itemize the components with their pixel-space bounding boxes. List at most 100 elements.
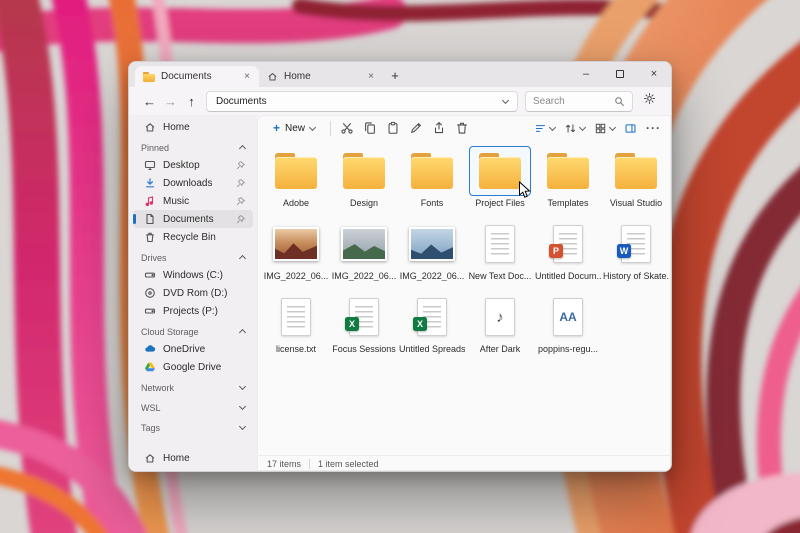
sidebar-item-desktop[interactable]: Desktop [133, 156, 253, 174]
excel-file-icon: X [345, 298, 379, 336]
chevron-up-icon[interactable] [238, 144, 247, 153]
preview-pane-button[interactable] [624, 122, 637, 135]
pin-icon[interactable] [236, 214, 245, 224]
tab-close-icon[interactable]: × [240, 70, 254, 84]
pin-icon[interactable] [236, 160, 245, 170]
sidebar-section-wsl[interactable]: WSL [129, 399, 257, 416]
back-button[interactable]: ← [139, 94, 160, 109]
file-tile[interactable]: IMG_2022_06... [330, 219, 398, 292]
file-tile[interactable]: Visual Studio [602, 146, 670, 219]
sidebar-item-dvd-d[interactable]: DVD Rom (D:) [133, 284, 253, 302]
sidebar-section-cloud-storage[interactable]: Cloud Storage [129, 323, 257, 340]
file-tile[interactable]: license.txt [262, 292, 330, 365]
recycle-bin-icon [146, 232, 154, 243]
new-tab-button[interactable]: + [383, 66, 407, 87]
file-tile[interactable]: X Focus Sessions [330, 292, 398, 365]
layout-button[interactable] [594, 122, 617, 135]
sidebar-item-recycle-bin[interactable]: Recycle Bin [133, 228, 253, 246]
onedrive-cloud-icon [145, 345, 156, 352]
chevron-down-icon [578, 123, 587, 131]
pin-icon[interactable] [236, 196, 245, 206]
sidebar-section-pinned[interactable]: Pinned [129, 139, 257, 156]
sidebar-item-home-bottom[interactable]: Home [133, 449, 253, 467]
tab-home[interactable]: Home × [259, 66, 383, 87]
chevron-down-icon[interactable] [238, 402, 247, 411]
file-explorer-window: Documents × Home × + – × ← → ↑ Documents [128, 61, 672, 472]
copy-button[interactable] [363, 121, 377, 135]
new-button[interactable]: + New [267, 120, 321, 137]
chevron-up-icon[interactable] [238, 254, 247, 263]
music-note-icon: ♪ [496, 308, 504, 326]
file-tile[interactable]: Templates [534, 146, 602, 219]
paste-button[interactable] [386, 121, 400, 135]
sidebar-item-projects-p[interactable]: Projects (P:) [133, 302, 253, 320]
sort-button[interactable] [564, 122, 587, 135]
more-options-button[interactable]: ··· [646, 121, 661, 135]
file-tile[interactable]: New Text Doc... [466, 219, 534, 292]
chevron-down-icon [308, 123, 317, 131]
up-button[interactable]: ↑ [181, 94, 202, 109]
file-tile[interactable]: P Untitled Docum... [534, 219, 602, 292]
address-bar[interactable]: Documents [206, 90, 518, 112]
powerpoint-file-icon: P [549, 225, 583, 263]
document-icon [146, 213, 154, 225]
sidebar-item-home[interactable]: Home [133, 118, 253, 136]
word-file-icon: W [617, 225, 651, 263]
file-tile[interactable]: IMG_2022_06... [398, 219, 466, 292]
maximize-button[interactable] [603, 62, 637, 86]
cut-button[interactable] [340, 121, 354, 135]
excel-file-icon: X [413, 298, 447, 336]
sidebar-item-downloads[interactable]: Downloads [133, 174, 253, 192]
file-tile[interactable]: Adobe [262, 146, 330, 219]
close-button[interactable]: × [637, 62, 671, 86]
minimize-button[interactable]: – [569, 62, 603, 86]
file-tile[interactable]: W History of Skate... [602, 219, 670, 292]
sidebar-section-tags[interactable]: Tags [129, 419, 257, 436]
sidebar-item-music[interactable]: Music [133, 192, 253, 210]
trash-icon [457, 122, 467, 134]
file-tile[interactable]: IMG_2022_06... [262, 219, 330, 292]
gear-icon [643, 92, 655, 105]
folder-tab-icon [143, 71, 155, 82]
file-tile[interactable]: AA poppins-regu... [534, 292, 602, 365]
font-glyph-icon: AA [559, 310, 577, 324]
chevron-down-icon[interactable] [238, 382, 247, 391]
forward-button[interactable]: → [160, 94, 181, 109]
audio-file-icon: ♪ [485, 298, 515, 336]
file-tile[interactable]: Design [330, 146, 398, 219]
folder-icon [613, 153, 659, 189]
search-input[interactable] [533, 95, 609, 107]
sidebar-item-google-drive[interactable]: Google Drive [133, 358, 253, 376]
sidebar-item-windows-c[interactable]: Windows (C:) [133, 266, 253, 284]
group-by-button[interactable] [534, 122, 557, 135]
file-tile[interactable]: X Untitled Spreads... [398, 292, 466, 365]
image-thumbnail [341, 227, 387, 261]
folder-icon [409, 153, 455, 189]
rename-button[interactable] [409, 121, 423, 135]
sidebar-item-onedrive[interactable]: OneDrive [133, 340, 253, 358]
sidebar-item-documents[interactable]: Documents [133, 210, 253, 228]
command-bar-right: ··· [534, 121, 661, 135]
chevron-down-icon[interactable] [501, 96, 510, 104]
delete-button[interactable] [455, 121, 469, 135]
file-tile[interactable]: Fonts [398, 146, 466, 219]
text-file-icon [281, 298, 311, 336]
file-tile-selected[interactable]: Project Files [466, 146, 534, 219]
google-drive-icon [145, 362, 155, 372]
drive-icon [144, 308, 156, 314]
search-box[interactable] [525, 90, 633, 112]
divider [309, 458, 311, 469]
home-tab-icon [268, 73, 277, 81]
chevron-up-icon[interactable] [238, 328, 247, 337]
sidebar-section-drives[interactable]: Drives [129, 249, 257, 266]
chevron-down-icon[interactable] [238, 422, 247, 431]
sidebar-section-network[interactable]: Network [129, 379, 257, 396]
pin-icon[interactable] [236, 178, 245, 188]
settings-button[interactable] [637, 92, 661, 110]
file-tile[interactable]: ♪ After Dark [466, 292, 534, 365]
share-button[interactable] [432, 121, 446, 135]
chevron-down-icon [548, 123, 557, 131]
font-file-icon: AA [553, 298, 583, 336]
tab-documents[interactable]: Documents × [135, 66, 259, 87]
tab-close-icon[interactable]: × [364, 70, 378, 84]
